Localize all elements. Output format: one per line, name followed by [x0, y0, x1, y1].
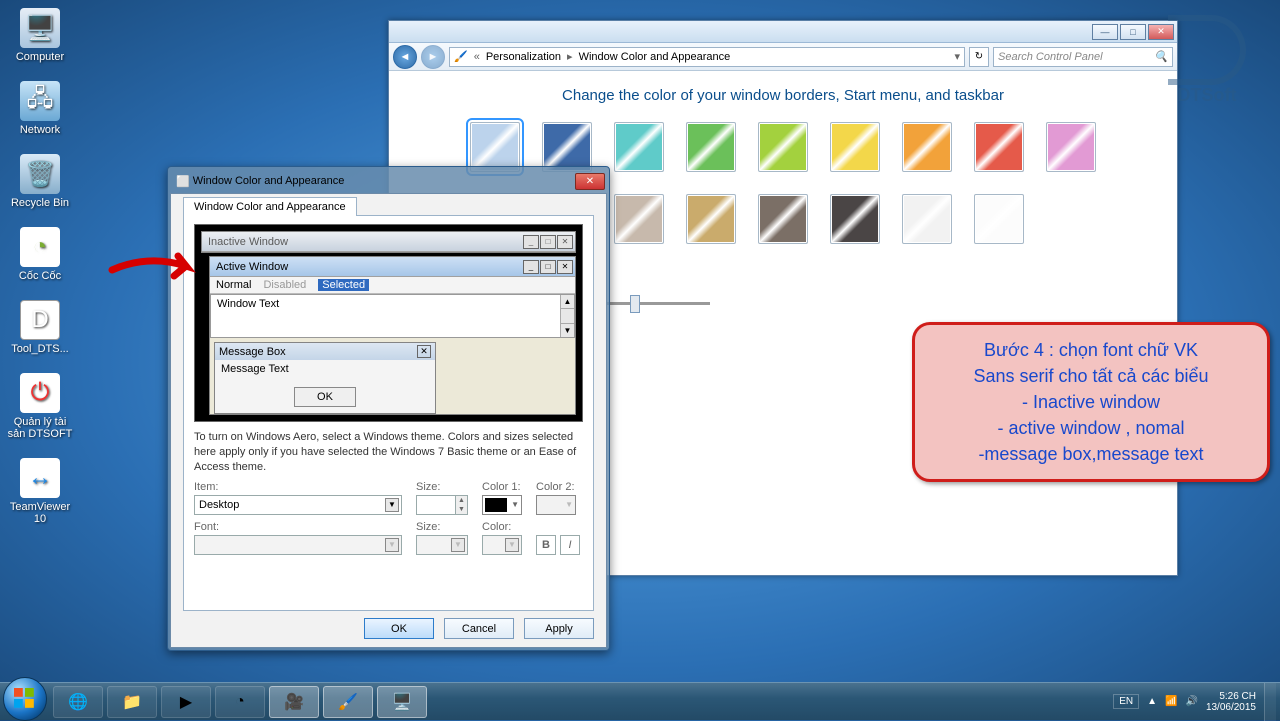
coccoc-icon[interactable]: ◔Cốc Cốc: [4, 227, 76, 282]
computer-icon[interactable]: 🖥️Computer: [4, 8, 76, 63]
fontsize-label: Size:: [416, 521, 468, 533]
fontsize-dropdown: ▼: [416, 535, 468, 555]
taskbar: 🌐 📁 ▶ ◔ 🎥 🖌️ 🖥️ EN ▲ 📶 🔊 5:26 CH13/06/20…: [0, 682, 1280, 720]
appearance-dialog: ⬜ Window Color and Appearance ✕ Window C…: [167, 166, 610, 651]
dialog-apply-button[interactable]: Apply: [524, 618, 594, 639]
search-input[interactable]: Search Control Panel🔍: [993, 47, 1173, 67]
clock[interactable]: 5:26 CH13/06/2015: [1206, 691, 1256, 713]
cp-titlebar: — □ ✕: [389, 21, 1177, 43]
language-indicator[interactable]: EN: [1113, 694, 1139, 709]
color-swatch[interactable]: [830, 122, 880, 172]
dialog-close-button[interactable]: ✕: [575, 173, 605, 190]
size-spinner[interactable]: ▲▼: [416, 495, 468, 515]
color2-button: ▼: [536, 495, 576, 515]
recycle-bin-icon[interactable]: 🗑️Recycle Bin: [4, 154, 76, 209]
taskbar-media[interactable]: ▶: [161, 686, 211, 718]
italic-button[interactable]: I: [560, 535, 580, 555]
back-button[interactable]: ◄: [393, 45, 417, 69]
breadcrumb[interactable]: 🖌️ « Personalization ▸ Window Color and …: [449, 47, 965, 67]
color-swatch[interactable]: [974, 194, 1024, 244]
preview-inactive-window[interactable]: Inactive Window _□✕: [201, 231, 576, 253]
dialog-ok-button[interactable]: OK: [364, 618, 434, 639]
tab-appearance[interactable]: Window Color and Appearance: [183, 197, 357, 216]
color-swatch[interactable]: [758, 122, 808, 172]
dialog-titlebar[interactable]: ⬜ Window Color and Appearance ✕: [170, 169, 607, 193]
desktop-icons: 🖥️Computer 🖧Network 🗑️Recycle Bin ◔Cốc C…: [4, 8, 76, 543]
preview-message-box[interactable]: Message Box✕ Message Text OK: [214, 342, 436, 414]
preview-menu[interactable]: Normal Disabled Selected: [210, 277, 575, 294]
preview-area: Inactive Window _□✕ Active Window _□✕ No…: [194, 224, 583, 422]
taskbar-app1[interactable]: 🎥: [269, 686, 319, 718]
page-title: Change the color of your window borders,…: [415, 87, 1151, 104]
preview-text-area[interactable]: Window Text ▲▼: [210, 294, 575, 338]
close-button[interactable]: ✕: [1148, 24, 1174, 40]
taskbar-personalize[interactable]: 🖌️: [323, 686, 373, 718]
tray-network-icon[interactable]: 📶: [1165, 696, 1177, 707]
font-dropdown: ▼: [194, 535, 402, 555]
color-swatch[interactable]: [830, 194, 880, 244]
item-label: Item:: [194, 481, 402, 493]
start-button[interactable]: [3, 677, 47, 721]
teamviewer-icon[interactable]: ↔TeamViewer 10: [4, 458, 76, 525]
refresh-button[interactable]: ↻: [969, 47, 989, 67]
color1-label: Color 1:: [482, 481, 522, 493]
close-icon: ✕: [557, 235, 573, 249]
fontcolor-label: Color:: [482, 521, 522, 533]
color-swatch[interactable]: [470, 122, 520, 172]
color-swatch[interactable]: [758, 194, 808, 244]
color-swatch[interactable]: [902, 194, 952, 244]
preview-active-window[interactable]: Active Window _□✕ Normal Disabled Select…: [209, 256, 576, 415]
color-swatch[interactable]: [542, 122, 592, 172]
taskbar-explorer[interactable]: 📁: [107, 686, 157, 718]
color1-button[interactable]: ▼: [482, 495, 522, 515]
taskbar-coccoc[interactable]: ◔: [215, 686, 265, 718]
color-swatch[interactable]: [974, 122, 1024, 172]
color-swatch[interactable]: [1046, 122, 1096, 172]
color-swatch[interactable]: [686, 194, 736, 244]
forward-button[interactable]: ►: [421, 45, 445, 69]
fontcolor-button: ▼: [482, 535, 522, 555]
scrollbar[interactable]: ▲▼: [560, 295, 574, 337]
tray-volume-icon[interactable]: 🔊: [1185, 696, 1197, 707]
taskbar-ie[interactable]: 🌐: [53, 686, 103, 718]
max-icon: □: [540, 235, 556, 249]
min-icon: _: [523, 235, 539, 249]
dialog-cancel-button[interactable]: Cancel: [444, 618, 514, 639]
item-dropdown[interactable]: Desktop▼: [194, 495, 402, 515]
address-bar-row: ◄ ► 🖌️ « Personalization ▸ Window Color …: [389, 43, 1177, 71]
quanly-icon[interactable]: ⏻Quản lý tài sản DTSOFT: [4, 373, 76, 440]
color-swatch[interactable]: [902, 122, 952, 172]
bold-button[interactable]: B: [536, 535, 556, 555]
maximize-button[interactable]: □: [1120, 24, 1146, 40]
system-tray: EN ▲ 📶 🔊 5:26 CH13/06/2015: [1113, 683, 1280, 721]
font-label: Font:: [194, 521, 402, 533]
minimize-button[interactable]: —: [1092, 24, 1118, 40]
color-swatch[interactable]: [614, 122, 664, 172]
folder-icon: 🖌️: [454, 50, 468, 63]
search-icon: 🔍: [1154, 50, 1168, 63]
color-swatch[interactable]: [686, 122, 736, 172]
network-icon[interactable]: 🖧Network: [4, 81, 76, 136]
show-desktop-button[interactable]: [1264, 683, 1276, 721]
color-swatch[interactable]: [614, 194, 664, 244]
tool-dtsoft-icon[interactable]: DTool_DTS...: [4, 300, 76, 355]
color2-label: Color 2:: [536, 481, 576, 493]
tray-flag-icon[interactable]: ▲: [1147, 696, 1157, 707]
taskbar-app2[interactable]: 🖥️: [377, 686, 427, 718]
preview-ok-button[interactable]: OK: [294, 387, 356, 407]
tab-panel: Inactive Window _□✕ Active Window _□✕ No…: [183, 215, 594, 611]
instruction-callout: Bước 4 : chọn font chữ VK Sans serif cho…: [912, 322, 1270, 482]
aero-note: To turn on Windows Aero, select a Window…: [194, 430, 583, 475]
dialog-title: Window Color and Appearance: [193, 175, 345, 187]
close-icon: ✕: [417, 345, 431, 358]
size-label: Size:: [416, 481, 468, 493]
